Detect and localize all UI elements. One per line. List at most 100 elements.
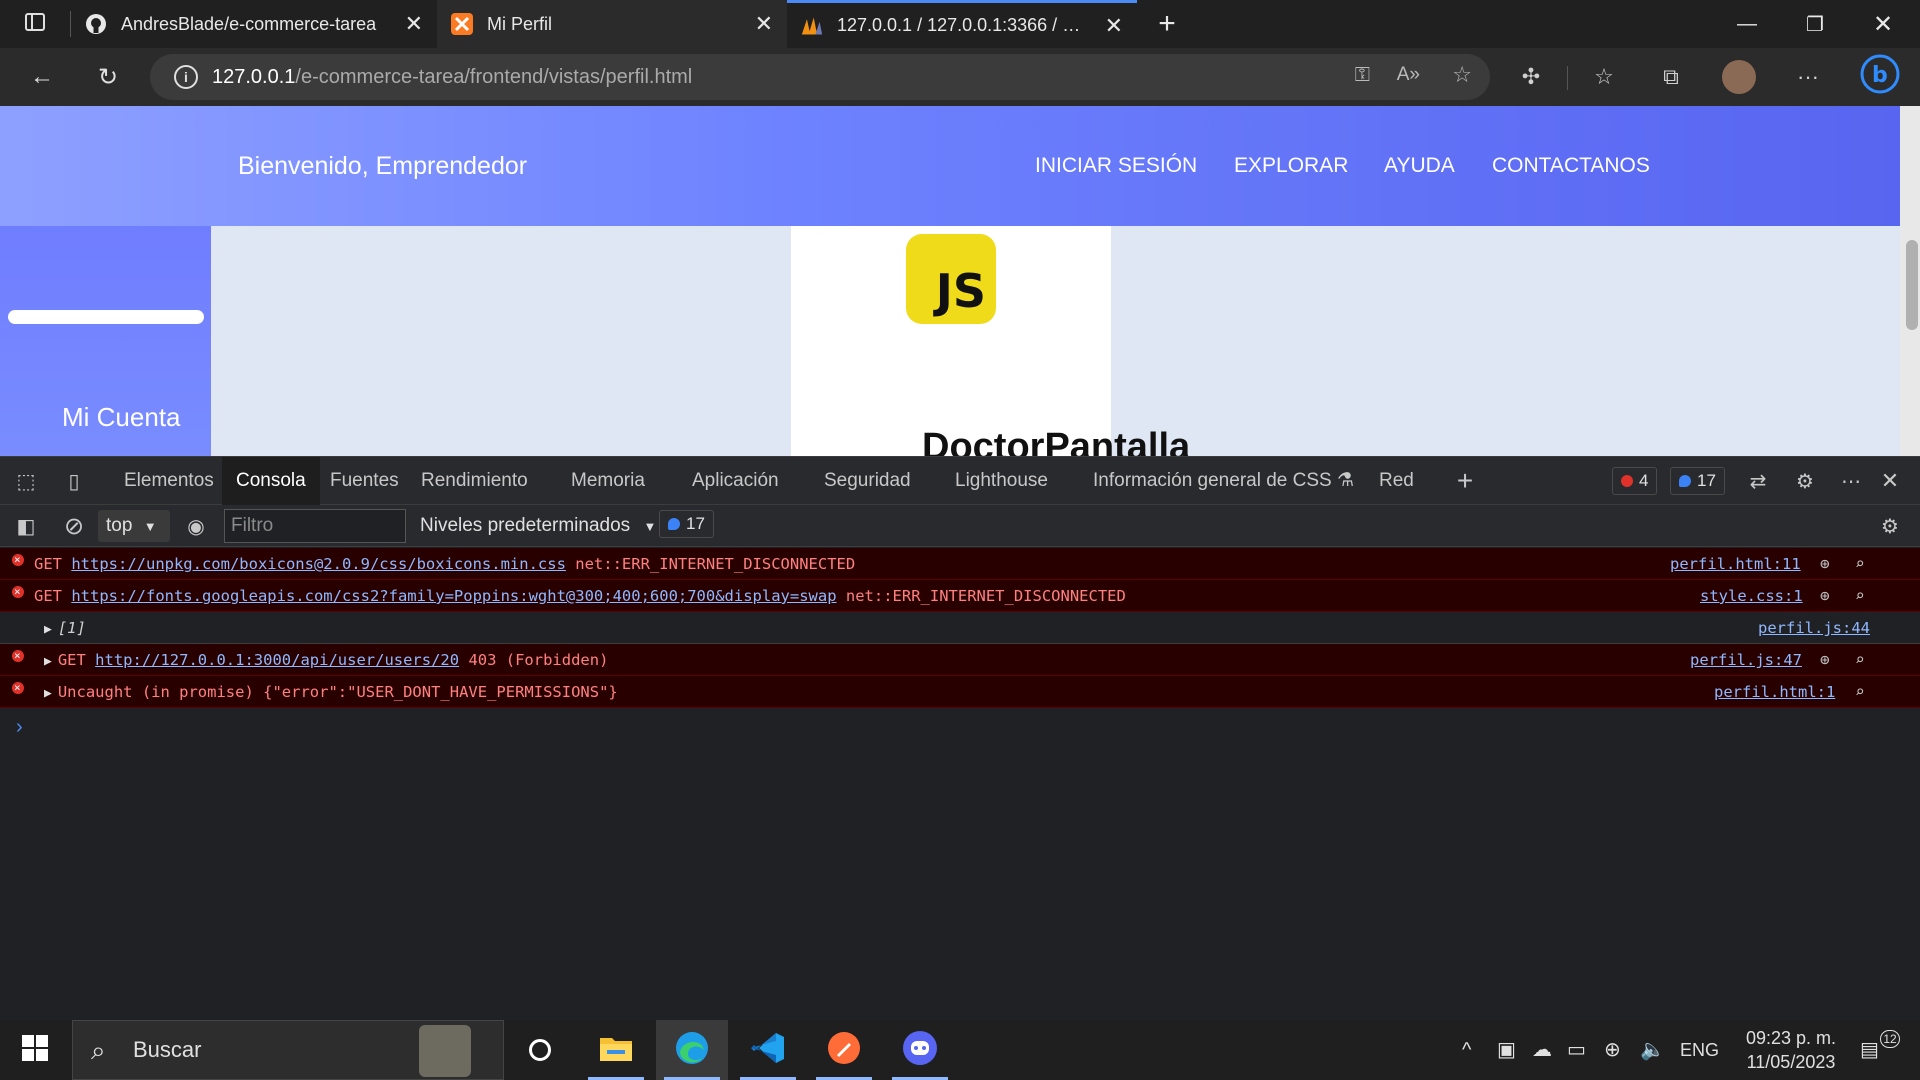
close-tab-icon[interactable]: ✕ — [405, 11, 423, 37]
network-request-icon[interactable]: ⊕ — [1820, 580, 1830, 612]
log-levels-dropdown[interactable]: Niveles predeterminados ▼ — [420, 510, 656, 543]
url-field[interactable]: i 127.0.0.1/e-commerce-tarea/frontend/vi… — [150, 54, 1490, 100]
notifications-button[interactable]: ▤ 12 — [1860, 1020, 1900, 1080]
network-request-icon[interactable]: ⊕ — [1820, 644, 1830, 676]
input-language[interactable]: ENG — [1680, 1020, 1719, 1080]
tab-elementos[interactable]: Elementos — [124, 457, 214, 505]
taskbar-postman[interactable] — [808, 1020, 880, 1080]
nav-contactanos[interactable]: CONTACTANOS — [1492, 154, 1650, 178]
search-icon[interactable]: ⌕ — [1855, 644, 1865, 676]
tab-seguridad[interactable]: Seguridad — [824, 457, 911, 505]
tab-actions-button[interactable] — [0, 0, 70, 48]
edge-icon — [674, 1030, 710, 1071]
tab-red[interactable]: Red — [1379, 457, 1414, 505]
close-devtools-icon[interactable]: ✕ — [1874, 465, 1906, 497]
close-window-button[interactable]: ✕ — [1849, 0, 1917, 48]
key-icon[interactable]: ⚿ — [1355, 64, 1370, 87]
meet-now-icon[interactable]: ▣ — [1497, 1020, 1516, 1080]
tab-rendimiento[interactable]: Rendimiento — [421, 457, 528, 505]
context-select[interactable]: top ▼ — [98, 510, 170, 542]
tab-consola[interactable]: Consola — [222, 457, 320, 505]
read-aloud-icon[interactable]: A» — [1397, 64, 1420, 86]
new-tab-button[interactable]: + — [1137, 0, 1197, 48]
collections-button[interactable]: ⧉ — [1652, 58, 1690, 96]
error-count-badge[interactable]: 4 — [1612, 467, 1658, 495]
inspect-element-icon[interactable]: ⬚ — [10, 465, 42, 497]
profile-button[interactable] — [1720, 58, 1758, 96]
extensions-button[interactable]: ✣ — [1512, 58, 1550, 96]
battery-icon[interactable]: ▭ — [1567, 1020, 1586, 1080]
source-link[interactable]: perfil.js:47 — [1690, 644, 1802, 676]
tab-mi-perfil[interactable]: Mi Perfil ✕ — [437, 0, 787, 48]
maximize-button[interactable]: ❐ — [1781, 0, 1849, 48]
onedrive-cloud-icon[interactable]: ☁ — [1532, 1020, 1552, 1080]
search-icon[interactable]: ⌕ — [1855, 580, 1865, 612]
favorites-button[interactable]: ☆ — [1585, 58, 1623, 96]
taskbar-edge[interactable] — [656, 1020, 728, 1080]
console-prompt-icon[interactable]: › — [16, 716, 23, 739]
tab-memoria[interactable]: Memoria — [571, 457, 645, 505]
close-tab-icon[interactable]: ✕ — [1105, 13, 1123, 39]
nav-ayuda[interactable]: AYUDA — [1384, 154, 1455, 178]
taskbar-search-box[interactable]: ⌕ Buscar — [72, 1020, 504, 1080]
console-filter-input[interactable]: Filtro — [224, 509, 406, 543]
network-globe-icon[interactable]: ⊕ — [1604, 1020, 1621, 1080]
message-count-badge[interactable]: 17 — [1670, 467, 1725, 495]
search-icon[interactable]: ⌕ — [1855, 548, 1865, 580]
page-scrollbar[interactable] — [1900, 106, 1920, 456]
levels-message-badge[interactable]: 17 — [659, 510, 714, 538]
task-view-button[interactable] — [504, 1020, 576, 1080]
request-url-link[interactable]: http://127.0.0.1:3000/api/user/users/20 — [95, 651, 459, 669]
tab-phpmyadmin[interactable]: 127.0.0.1 / 127.0.0.1:3366 / myco ✕ — [787, 0, 1137, 48]
sidebar-toggle-icon[interactable]: ◧ — [10, 510, 42, 542]
minimize-button[interactable]: — — [1713, 0, 1781, 48]
console-message[interactable]: ▶ Uncaught (in promise) {"error":"USER_DO… — [44, 676, 618, 710]
taskbar-discord[interactable] — [884, 1020, 956, 1080]
show-hidden-icons-button[interactable]: ^ — [1462, 1020, 1471, 1080]
taskbar-file-explorer[interactable] — [580, 1020, 652, 1080]
tab-github[interactable]: AndresBlade/e-commerce-tarea ✕ — [71, 0, 437, 48]
expand-caret-icon: ▶ — [44, 686, 52, 701]
settings-gear-icon[interactable]: ⚙ — [1789, 465, 1821, 497]
more-menu-button[interactable]: ··· — [1789, 58, 1827, 96]
nav-explorar[interactable]: EXPLORAR — [1234, 154, 1348, 178]
request-url-link[interactable]: https://fonts.googleapis.com/css2?family… — [71, 587, 836, 605]
console-message[interactable]: ▶ GET http://127.0.0.1:3000/api/user/user… — [44, 644, 608, 678]
request-url-link[interactable]: https://unpkg.com/boxicons@2.0.9/css/box… — [71, 555, 566, 573]
tab-css-overview[interactable]: Información general de CSS ⚗ — [1093, 457, 1354, 505]
back-arrow-icon: ← — [30, 63, 54, 90]
console-message[interactable]: ▶ [1] — [44, 612, 86, 646]
source-link[interactable]: perfil.js:44 — [1758, 612, 1870, 644]
sidebar-item-mi-cuenta[interactable]: Mi Cuenta — [62, 402, 181, 433]
device-emulation-icon[interactable]: ▯ — [58, 465, 90, 497]
volume-icon[interactable]: 🔈 — [1640, 1020, 1665, 1080]
clear-console-icon[interactable]: ⊘ — [58, 510, 90, 542]
nav-iniciar-sesion[interactable]: INICIAR SESIÓN — [1035, 154, 1197, 178]
info-icon[interactable]: i — [174, 65, 198, 89]
bing-chat-button[interactable]: b — [1858, 54, 1902, 99]
taskbar-vscode[interactable] — [732, 1020, 804, 1080]
tab-aplicacion[interactable]: Aplicación — [692, 457, 779, 505]
search-icon[interactable]: ⌕ — [1855, 676, 1865, 708]
add-favorite-icon[interactable]: ☆ — [1452, 62, 1472, 88]
devtools-more-icon[interactable]: ⋯ — [1835, 465, 1867, 497]
tab-actions-icon — [24, 11, 46, 38]
back-button[interactable]: ← — [20, 55, 64, 99]
close-tab-icon[interactable]: ✕ — [755, 11, 773, 37]
scrollbar-thumb[interactable] — [1906, 240, 1918, 330]
start-button[interactable] — [0, 1020, 70, 1080]
system-clock[interactable]: 09:23 p. m. 11/05/2023 — [1726, 1026, 1856, 1074]
tab-lighthouse[interactable]: Lighthouse — [955, 457, 1048, 505]
reload-button[interactable]: ↻ — [86, 55, 130, 99]
tab-title: 127.0.0.1 / 127.0.0.1:3366 / myco — [837, 15, 1091, 35]
tab-fuentes[interactable]: Fuentes — [330, 457, 399, 505]
source-link[interactable]: perfil.html:1 — [1714, 676, 1835, 708]
feedback-icon[interactable]: ⇄ — [1742, 465, 1774, 497]
console-settings-gear-icon[interactable]: ⚙ — [1874, 510, 1906, 542]
source-link[interactable]: style.css:1 — [1700, 580, 1803, 612]
page-viewport: Bienvenido, Emprendedor INICIAR SESIÓN E… — [0, 106, 1920, 456]
source-link[interactable]: perfil.html:11 — [1670, 548, 1801, 580]
network-request-icon[interactable]: ⊕ — [1820, 548, 1830, 580]
live-expression-eye-icon[interactable]: ◉ — [180, 510, 212, 542]
more-tabs-button[interactable]: + — [1449, 465, 1481, 497]
